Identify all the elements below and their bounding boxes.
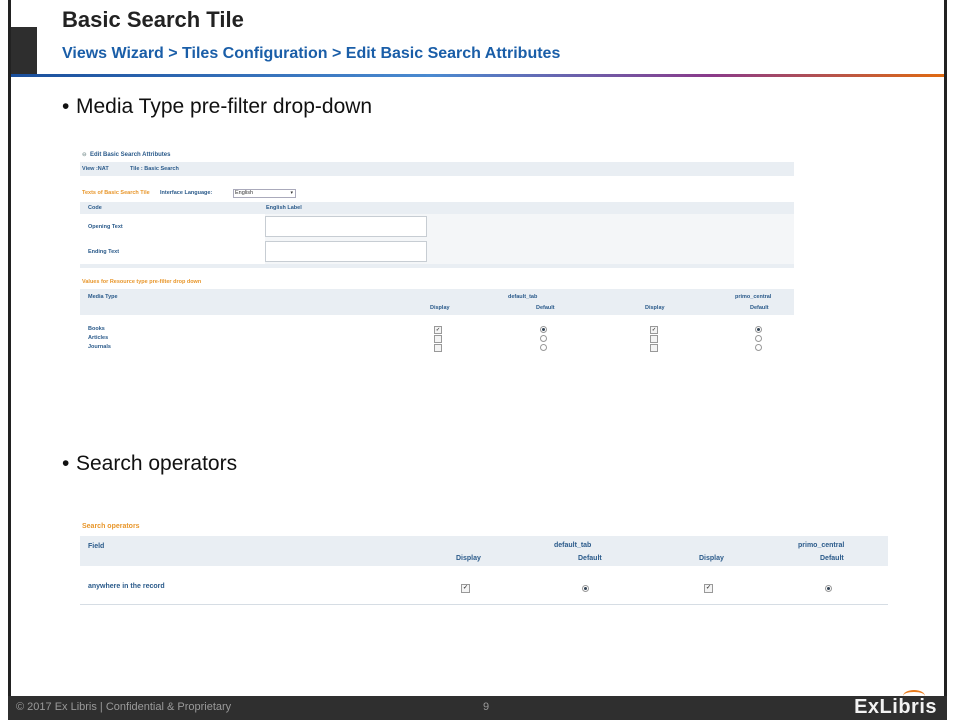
ending-text-code: Ending Text <box>88 249 120 255</box>
view-name: View :NAT <box>82 166 109 172</box>
tab1-header: default_tab <box>508 294 538 300</box>
english-label-header: English Label <box>266 205 302 211</box>
page-number: 9 <box>483 701 490 713</box>
field-header: Field <box>88 543 105 550</box>
display-checkbox[interactable] <box>434 344 442 352</box>
values-section-title: Values for Resource type pre-filter drop… <box>82 279 202 285</box>
media-type-row-label: Books <box>88 326 105 332</box>
corner-accent <box>11 27 37 75</box>
texts-header-row <box>80 202 794 214</box>
texts-section-title: Texts of Basic Search Tile <box>82 190 150 196</box>
display-checkbox-2[interactable]: ✓ <box>704 584 713 593</box>
edit-basic-search-screenshot: ⊖ Edit Basic Search Attributes View :NAT… <box>80 148 794 363</box>
tile-name: Tile : Basic Search <box>130 166 179 172</box>
slide-frame-left <box>8 0 11 696</box>
chevron-down-icon: ▾ <box>290 190 293 196</box>
bullet-search-operators: • Search operators <box>62 452 238 475</box>
default-header-2: Default <box>820 555 844 562</box>
default-radio[interactable] <box>755 344 762 351</box>
bullet-media-type: • Media Type pre-filter drop-down <box>62 95 373 118</box>
display-header-2: Display <box>699 555 724 562</box>
search-operators-header-row <box>80 536 888 566</box>
display-header-2: Display <box>645 305 665 311</box>
title-rule <box>11 74 944 77</box>
copyright: © 2017 Ex Libris | Confidential & Propri… <box>16 701 232 713</box>
default-radio[interactable] <box>755 326 762 333</box>
default-header-2: Default <box>750 305 769 311</box>
default-radio-1[interactable] <box>582 585 589 592</box>
collapse-icon[interactable]: ⊖ <box>82 152 87 158</box>
interface-language-select[interactable]: English ▾ <box>233 189 296 198</box>
tab1-header: default_tab <box>554 542 592 549</box>
tab2-header: primo_central <box>735 294 772 300</box>
display-checkbox[interactable]: ✓ <box>434 326 442 334</box>
display-header-1: Display <box>456 555 481 562</box>
texts-footer-rule <box>80 264 794 268</box>
display-checkbox[interactable] <box>650 344 658 352</box>
display-checkbox[interactable] <box>434 335 442 343</box>
default-header-1: Default <box>578 555 602 562</box>
media-type-row-label: Journals <box>88 344 111 350</box>
view-info-bar <box>80 162 794 176</box>
media-type-header: Media Type <box>88 294 118 300</box>
ending-text-field[interactable] <box>265 241 427 262</box>
default-radio[interactable] <box>540 335 547 342</box>
slide-footer: © 2017 Ex Libris | Confidential & Propri… <box>8 690 947 720</box>
display-checkbox-1[interactable]: ✓ <box>461 584 470 593</box>
slide-frame-right <box>944 0 947 696</box>
panel-header: Edit Basic Search Attributes <box>90 152 171 158</box>
media-type-row-label: Articles <box>88 335 109 341</box>
tab2-header: primo_central <box>798 542 845 549</box>
default-radio[interactable] <box>540 344 547 351</box>
default-radio[interactable] <box>755 335 762 342</box>
slide-title: Basic Search Tile <box>62 7 244 32</box>
opening-text-field[interactable] <box>265 216 427 237</box>
display-checkbox[interactable] <box>650 335 658 343</box>
opening-text-code: Opening Text <box>88 224 123 230</box>
default-radio[interactable] <box>540 326 547 333</box>
default-header-1: Default <box>536 305 555 311</box>
search-operators-title: Search operators <box>82 523 140 530</box>
media-type-header-row <box>80 289 794 315</box>
display-checkbox[interactable]: ✓ <box>650 326 658 334</box>
row-divider <box>80 604 888 605</box>
breadcrumb: Views Wizard > Tiles Configuration > Edi… <box>62 45 561 62</box>
interface-language-label: Interface Language: <box>160 190 213 196</box>
display-header-1: Display <box>430 305 450 311</box>
operator-row-label: anywhere in the record <box>88 583 165 590</box>
search-operators-screenshot: Search operators Field default_tab primo… <box>80 520 888 608</box>
code-header: Code <box>88 205 102 211</box>
exlibris-logo: ExLibris <box>854 696 937 718</box>
default-radio-2[interactable] <box>825 585 832 592</box>
